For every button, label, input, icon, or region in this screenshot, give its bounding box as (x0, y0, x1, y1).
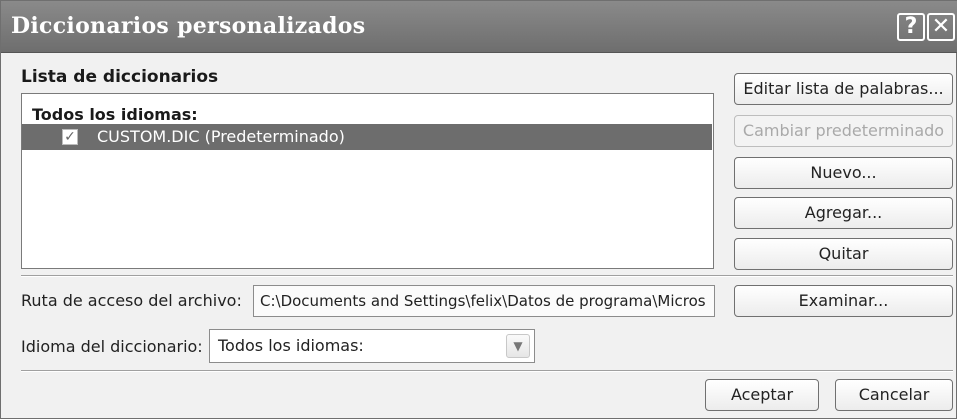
list-item-custom-dic[interactable]: ✓ CUSTOM.DIC (Predeterminado) (22, 124, 712, 150)
dictionary-checkbox[interactable]: ✓ (62, 129, 78, 145)
new-button[interactable]: Nuevo... (734, 157, 953, 189)
group-header-all-languages: Todos los idiomas: (32, 105, 198, 124)
dictionary-language-value: Todos los idiomas: (218, 336, 364, 355)
dictionary-list-label: Lista de diccionarios (21, 67, 219, 87)
add-button[interactable]: Agregar... (734, 197, 953, 229)
dialog-title: Diccionarios personalizados (11, 13, 366, 39)
close-icon: ✕ (931, 14, 951, 39)
dictionary-listbox[interactable]: Todos los idiomas: ✓ CUSTOM.DIC (Predete… (21, 93, 714, 269)
dictionary-language-label: Idioma del diccionario: (21, 337, 203, 356)
divider (21, 370, 953, 372)
change-default-button[interactable]: Cambiar predeterminado (734, 115, 953, 147)
divider (21, 275, 953, 277)
file-path-label: Ruta de acceso del archivo: (21, 291, 242, 310)
close-button[interactable]: ✕ (927, 13, 955, 41)
chevron-down-icon[interactable]: ▼ (506, 334, 530, 358)
ok-button[interactable]: Aceptar (705, 379, 819, 411)
checkmark-icon: ✓ (64, 129, 76, 145)
help-button[interactable]: ? (897, 13, 925, 41)
custom-dictionaries-dialog: Diccionarios personalizados ? ✕ Lista de… (0, 0, 957, 419)
remove-button[interactable]: Quitar (734, 238, 953, 270)
browse-button[interactable]: Examinar... (734, 285, 953, 317)
title-bar: Diccionarios personalizados ? ✕ (1, 1, 957, 53)
dictionary-language-select[interactable]: Todos los idiomas: ▼ (209, 329, 535, 363)
cancel-button[interactable]: Cancelar (835, 379, 953, 411)
list-item-label: CUSTOM.DIC (Predeterminado) (97, 127, 345, 146)
file-path-field[interactable]: C:\Documents and Settings\felix\Datos de… (253, 285, 715, 317)
edit-word-list-button[interactable]: Editar lista de palabras... (734, 73, 953, 105)
